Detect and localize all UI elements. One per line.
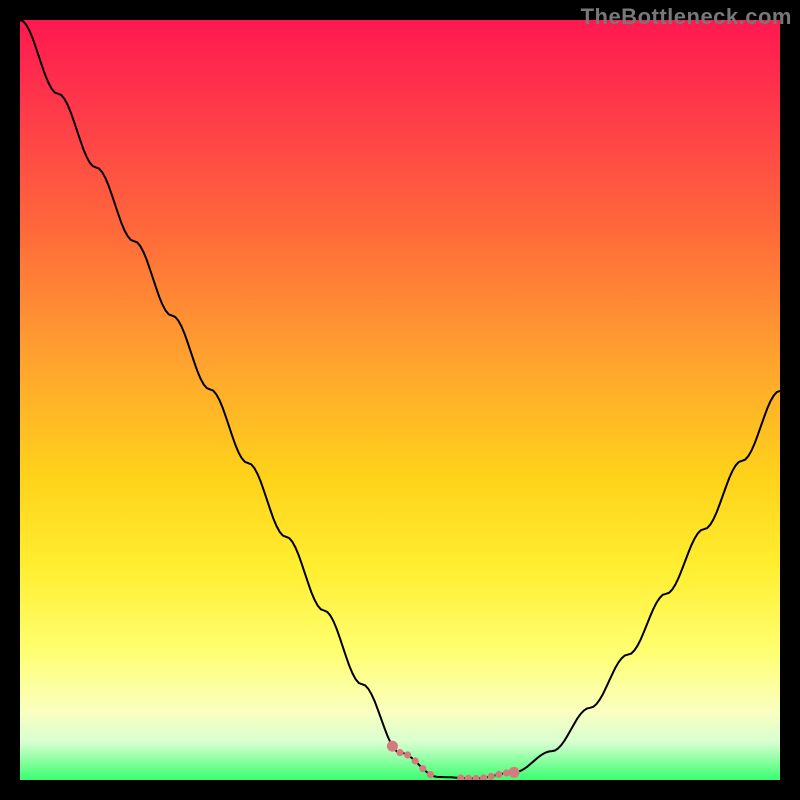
highlight-dot [412, 757, 419, 764]
highlight-dot [457, 774, 464, 780]
highlight-dot [419, 765, 426, 772]
highlight-dot [488, 773, 495, 780]
chart-area [20, 20, 780, 780]
highlight-dot [509, 767, 520, 778]
highlight-dot [396, 749, 403, 756]
highlight-dot [404, 751, 411, 758]
highlight-dots [20, 20, 780, 780]
watermark-text: TheBottleneck.com [581, 4, 792, 30]
highlight-dot [427, 771, 434, 778]
highlight-dot [465, 775, 472, 780]
highlight-dot [480, 774, 487, 780]
highlight-dot [387, 741, 398, 752]
highlight-dot [495, 771, 502, 778]
highlight-dot [472, 775, 479, 780]
